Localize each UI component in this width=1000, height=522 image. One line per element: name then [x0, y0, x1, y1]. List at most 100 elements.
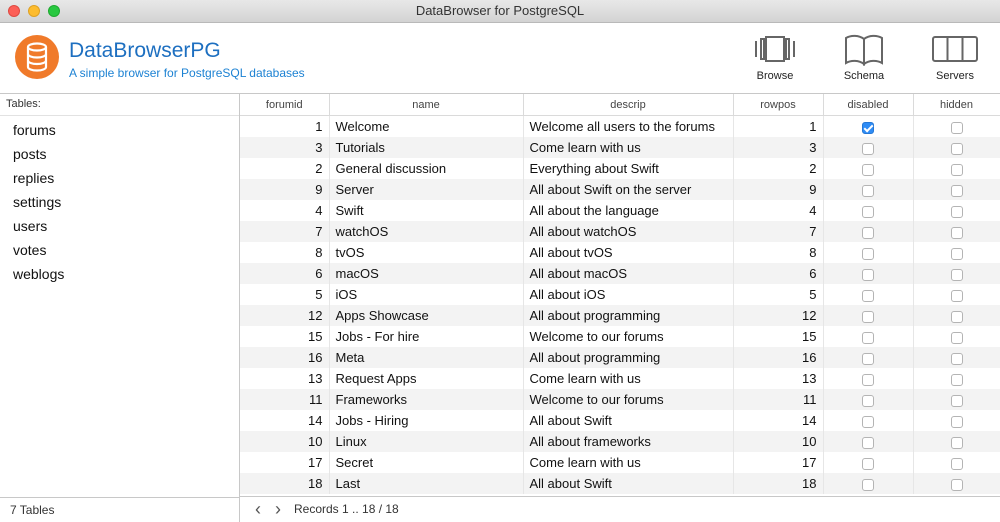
- hidden-checkbox[interactable]: [950, 394, 963, 407]
- cell-descrip[interactable]: Welcome to our forums: [523, 326, 734, 347]
- table-row[interactable]: 2 General discussion Everything about Swif…: [240, 158, 1000, 179]
- cell-descrip[interactable]: All about watchOS: [523, 221, 734, 242]
- cell-rowpos[interactable]: 7: [733, 221, 824, 242]
- cell-name[interactable]: Last: [329, 473, 524, 494]
- browse-button[interactable]: Browse: [740, 32, 810, 90]
- disabled-checkbox[interactable]: [862, 163, 874, 176]
- cell-rowpos[interactable]: 8: [733, 242, 824, 263]
- cell-name[interactable]: watchOS: [329, 221, 524, 242]
- disabled-checkbox[interactable]: [862, 373, 874, 386]
- cell-name[interactable]: iOS: [329, 284, 524, 305]
- cell-forumid[interactable]: 4: [240, 200, 330, 221]
- cell-rowpos[interactable]: 9: [733, 179, 824, 200]
- hidden-checkbox[interactable]: [950, 226, 963, 239]
- cell-forumid[interactable]: 15: [240, 326, 330, 347]
- cell-rowpos[interactable]: 2: [733, 158, 824, 179]
- cell-rowpos[interactable]: 6: [733, 263, 824, 284]
- hidden-checkbox[interactable]: [950, 184, 963, 197]
- cell-forumid[interactable]: 6: [240, 263, 330, 284]
- table-row[interactable]: 3 Tutorials Come learn with us 3: [240, 137, 1000, 158]
- hidden-checkbox[interactable]: [950, 415, 963, 428]
- sidebar-item-settings[interactable]: settings: [0, 190, 239, 214]
- disabled-checkbox[interactable]: [862, 226, 874, 239]
- cell-forumid[interactable]: 8: [240, 242, 330, 263]
- cell-rowpos[interactable]: 4: [733, 200, 824, 221]
- table-row[interactable]: 17 Secret Come learn with us 17: [240, 452, 1000, 473]
- cell-name[interactable]: Tutorials: [329, 137, 524, 158]
- cell-descrip[interactable]: Come learn with us: [523, 137, 734, 158]
- table-row[interactable]: 15 Jobs - For hire Welcome to our forums 15: [240, 326, 1000, 347]
- cell-descrip[interactable]: All about Swift: [523, 473, 734, 494]
- cell-forumid[interactable]: 9: [240, 179, 330, 200]
- table-row[interactable]: 11 Frameworks Welcome to our forums 11: [240, 389, 1000, 410]
- table-row[interactable]: 18 Last All about Swift 18: [240, 473, 1000, 494]
- cell-descrip[interactable]: All about tvOS: [523, 242, 734, 263]
- disabled-checkbox[interactable]: [862, 247, 874, 260]
- table-row[interactable]: 12 Apps Showcase All about programming 12: [240, 305, 1000, 326]
- servers-button[interactable]: Servers: [920, 32, 990, 90]
- cell-rowpos[interactable]: 5: [733, 284, 824, 305]
- table-row[interactable]: 4 Swift All about the language 4: [240, 200, 1000, 221]
- disabled-checkbox[interactable]: [862, 121, 874, 134]
- cell-forumid[interactable]: 16: [240, 347, 330, 368]
- cell-forumid[interactable]: 5: [240, 284, 330, 305]
- sidebar-item-votes[interactable]: votes: [0, 238, 239, 262]
- hidden-checkbox[interactable]: [950, 289, 963, 302]
- cell-forumid[interactable]: 17: [240, 452, 330, 473]
- disabled-checkbox[interactable]: [862, 205, 874, 218]
- cell-descrip[interactable]: All about programming: [523, 347, 734, 368]
- zoom-window-button[interactable]: [48, 5, 60, 17]
- hidden-checkbox[interactable]: [950, 373, 963, 386]
- column-header-rowpos[interactable]: rowpos: [733, 94, 824, 116]
- chevron-right-icon[interactable]: ›: [270, 497, 286, 522]
- disabled-checkbox[interactable]: [862, 289, 874, 302]
- minimize-window-button[interactable]: [28, 5, 40, 17]
- cell-name[interactable]: Meta: [329, 347, 524, 368]
- cell-rowpos[interactable]: 3: [733, 137, 824, 158]
- table-row[interactable]: 1 Welcome Welcome all users to the forums 1: [240, 115, 1000, 137]
- cell-descrip[interactable]: Everything about Swift: [523, 158, 734, 179]
- hidden-checkbox[interactable]: [950, 457, 963, 470]
- cell-forumid[interactable]: 11: [240, 389, 330, 410]
- disabled-checkbox[interactable]: [862, 478, 874, 491]
- cell-name[interactable]: Swift: [329, 200, 524, 221]
- cell-rowpos[interactable]: 12: [733, 305, 824, 326]
- cell-descrip[interactable]: All about Swift: [523, 410, 734, 431]
- sidebar-item-posts[interactable]: posts: [0, 142, 239, 166]
- hidden-checkbox[interactable]: [950, 142, 963, 155]
- disabled-checkbox[interactable]: [862, 331, 874, 344]
- disabled-checkbox[interactable]: [862, 352, 874, 365]
- column-header-hidden[interactable]: hidden: [913, 94, 1000, 116]
- cell-descrip[interactable]: All about programming: [523, 305, 734, 326]
- cell-name[interactable]: Jobs - For hire: [329, 326, 524, 347]
- cell-rowpos[interactable]: 11: [733, 389, 824, 410]
- cell-name[interactable]: Frameworks: [329, 389, 524, 410]
- cell-descrip[interactable]: All about the language: [523, 200, 734, 221]
- cell-rowpos[interactable]: 14: [733, 410, 824, 431]
- cell-rowpos[interactable]: 13: [733, 368, 824, 389]
- disabled-checkbox[interactable]: [862, 142, 874, 155]
- hidden-checkbox[interactable]: [950, 205, 963, 218]
- chevron-left-icon[interactable]: ‹: [250, 497, 266, 522]
- table-row[interactable]: 16 Meta All about programming 16: [240, 347, 1000, 368]
- disabled-checkbox[interactable]: [862, 310, 874, 323]
- table-row[interactable]: 7 watchOS All about watchOS 7: [240, 221, 1000, 242]
- disabled-checkbox[interactable]: [862, 184, 874, 197]
- cell-name[interactable]: Server: [329, 179, 524, 200]
- table-row[interactable]: 10 Linux All about frameworks 10: [240, 431, 1000, 452]
- cell-descrip[interactable]: Welcome all users to the forums: [523, 115, 734, 137]
- sidebar-item-replies[interactable]: replies: [0, 166, 239, 190]
- table-row[interactable]: 8 tvOS All about tvOS 8: [240, 242, 1000, 263]
- table-row[interactable]: 6 macOS All about macOS 6: [240, 263, 1000, 284]
- cell-descrip[interactable]: All about iOS: [523, 284, 734, 305]
- hidden-checkbox[interactable]: [950, 268, 963, 281]
- column-header-name[interactable]: name: [329, 94, 524, 116]
- schema-button[interactable]: Schema: [829, 32, 899, 90]
- cell-name[interactable]: Welcome: [329, 115, 524, 137]
- cell-forumid[interactable]: 18: [240, 473, 330, 494]
- hidden-checkbox[interactable]: [950, 163, 963, 176]
- table-row[interactable]: 14 Jobs - Hiring All about Swift 14: [240, 410, 1000, 431]
- cell-rowpos[interactable]: 15: [733, 326, 824, 347]
- sidebar-item-forums[interactable]: forums: [0, 118, 239, 142]
- cell-descrip[interactable]: Come learn with us: [523, 368, 734, 389]
